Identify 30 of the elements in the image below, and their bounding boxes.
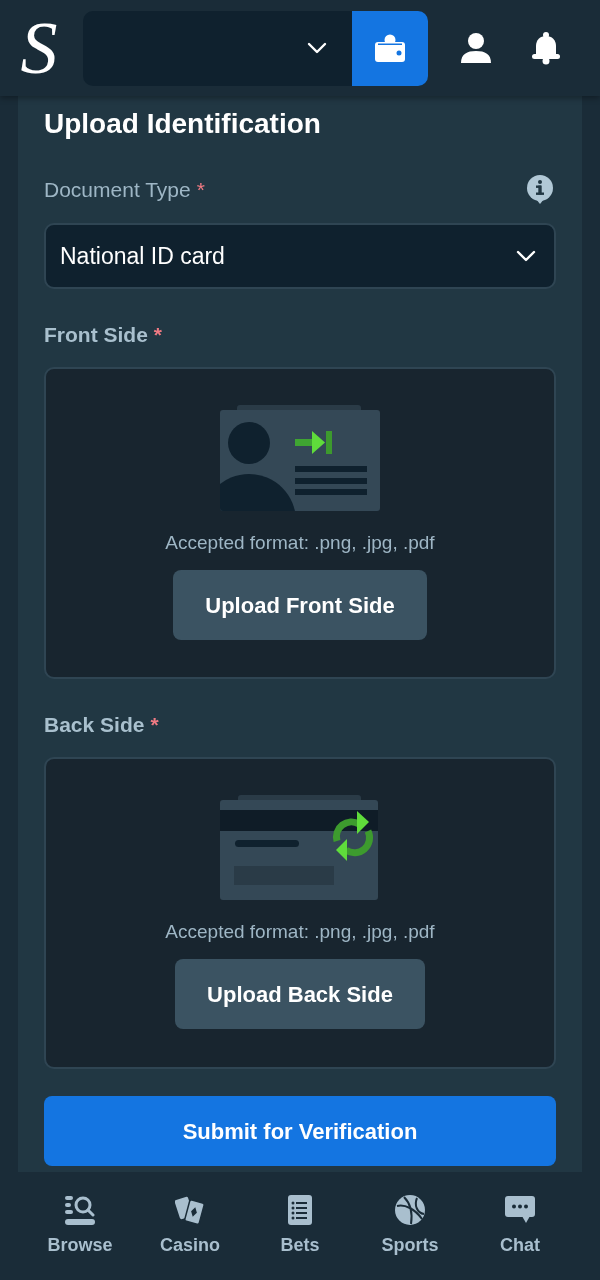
nav-item[interactable]: Sports [377,1194,443,1280]
submit-button[interactable]: Submit for Verification [44,1096,556,1166]
chevron-down-icon [307,42,327,54]
search-list-icon [65,1195,95,1225]
wallet-icon [375,34,405,62]
page-title: Upload Identification [44,107,322,141]
field-label: Document Type * [44,177,205,203]
format-note: Accepted format: .png, .jpg, .pdf [165,920,435,944]
field-label: Front Side * [44,322,164,348]
nav-item[interactable]: Chat [496,1194,544,1280]
site-logo[interactable]: S [14,8,64,88]
bell-icon[interactable] [530,31,562,65]
chat-bubble-icon [505,1196,535,1224]
upload-dropzone[interactable]: Accepted format: .png, .jpg, .pdf Upload Front Side [44,367,556,679]
info-icon[interactable] [526,175,554,205]
basketball-icon [395,1195,425,1225]
chevron-down-icon [516,250,536,262]
nav-item[interactable]: Browse [43,1194,117,1280]
upload-button[interactable]: Upload Front Side [173,570,427,640]
user-icon[interactable] [460,32,492,64]
field-label: Back Side * [44,712,160,738]
nav-item[interactable]: Casino [156,1194,224,1280]
document-type-select[interactable]: National ID card [44,223,556,289]
upload-button[interactable]: Upload Back Side [175,959,425,1029]
format-note: Accepted format: .png, .jpg, .pdf [165,531,435,555]
list-icon [287,1195,313,1225]
playing-cards-icon [175,1195,205,1225]
upload-dropzone[interactable]: Accepted format: .png, .jpg, .pdf Upload Back Side [44,757,556,1069]
nav-item[interactable]: Bets [276,1194,324,1280]
wallet-button[interactable] [352,10,428,86]
